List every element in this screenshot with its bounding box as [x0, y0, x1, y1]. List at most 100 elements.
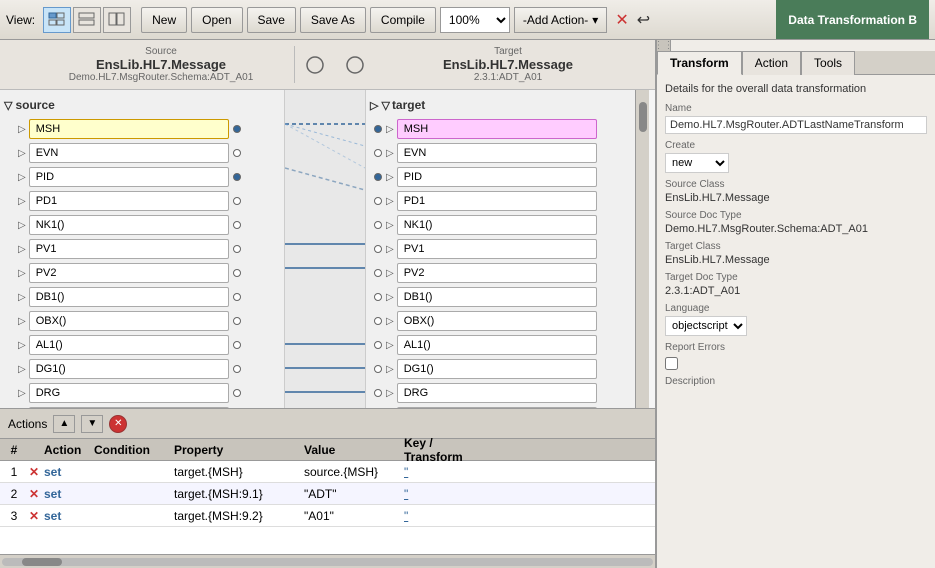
source-field-obx[interactable]: ▷ OBX()	[4, 310, 280, 332]
target-field-al1[interactable]: ▷ AL1()	[370, 334, 631, 356]
target-pr1grp-box[interactable]: PR1grp()	[397, 407, 597, 408]
target-field-msh[interactable]: ▷ MSH	[370, 118, 631, 140]
action-row-3[interactable]: 3 ✕ set target.{MSH:9.2} "A01" "	[0, 505, 655, 527]
target-pv1-box[interactable]: PV1	[397, 239, 597, 259]
target-obx-expand[interactable]: ▷	[386, 316, 394, 327]
scrollbar-thumb[interactable]	[639, 102, 647, 132]
target-field-drg[interactable]: ▷ DRG	[370, 382, 631, 404]
source-pr1grp-box[interactable]: PR1grp()	[29, 407, 229, 408]
saveas-button[interactable]: Save As	[300, 7, 366, 33]
nk1-expand-icon[interactable]: ▷	[18, 220, 26, 231]
target-field-obx[interactable]: ▷ OBX()	[370, 310, 631, 332]
pd1-expand-icon[interactable]: ▷	[18, 196, 26, 207]
target-pv2-expand[interactable]: ▷	[386, 268, 394, 279]
source-dg1-box[interactable]: DG1()	[29, 359, 229, 379]
action-row-2[interactable]: 2 ✕ set target.{MSH:9.1} "ADT" "	[0, 483, 655, 505]
target-field-pv2[interactable]: ▷ PV2	[370, 262, 631, 284]
target-dg1-box[interactable]: DG1()	[397, 359, 597, 379]
pid-expand-icon[interactable]: ▷	[18, 172, 26, 183]
al1-expand-icon[interactable]: ▷	[18, 340, 26, 351]
target-msh-box[interactable]: MSH	[397, 119, 597, 139]
open-button[interactable]: Open	[191, 7, 242, 33]
target-db1-expand[interactable]: ▷	[386, 292, 394, 303]
report-errors-checkbox[interactable]	[665, 357, 678, 370]
source-field-pid[interactable]: ▷ PID	[4, 166, 280, 188]
source-msh-box[interactable]: MSH	[29, 119, 229, 139]
obx-expand-icon[interactable]: ▷	[18, 316, 26, 327]
source-pv2-box[interactable]: PV2	[29, 263, 229, 283]
new-button[interactable]: New	[141, 7, 187, 33]
row3-keytransform[interactable]: "	[404, 509, 484, 523]
target-obx-box[interactable]: OBX()	[397, 311, 597, 331]
view-btn-3[interactable]	[103, 7, 131, 33]
target-nk1-expand[interactable]: ▷	[386, 220, 394, 231]
hscroll-thumb[interactable]	[22, 558, 62, 566]
undo-button[interactable]: ↩	[637, 10, 650, 30]
target-expand-arrow[interactable]: ▷	[370, 99, 378, 112]
bottom-scrollbar[interactable]	[0, 554, 655, 568]
source-field-evn[interactable]: ▷ EVN	[4, 142, 280, 164]
source-field-nk1[interactable]: ▷ NK1()	[4, 214, 280, 236]
source-pv1-box[interactable]: PV1	[29, 239, 229, 259]
target-msh-expand[interactable]: ▷	[386, 124, 394, 135]
row3-del[interactable]: ✕	[24, 509, 44, 523]
target-field-nk1[interactable]: ▷ NK1()	[370, 214, 631, 236]
action-delete-button[interactable]: ✕	[109, 415, 127, 433]
source-field-al1[interactable]: ▷ AL1()	[4, 334, 280, 356]
row2-delete-icon[interactable]: ✕	[29, 487, 39, 501]
source-evn-box[interactable]: EVN	[29, 143, 229, 163]
source-drg-box[interactable]: DRG	[29, 383, 229, 403]
source-al1-box[interactable]: AL1()	[29, 335, 229, 355]
target-field-pv1[interactable]: ▷ PV1	[370, 238, 631, 260]
zoom-select[interactable]: 100%75%150%	[440, 7, 510, 33]
row1-keytransform[interactable]: "	[404, 465, 484, 479]
evn-expand-icon[interactable]: ▷	[18, 148, 26, 159]
target-db1-box[interactable]: DB1()	[397, 287, 597, 307]
view-btn-2[interactable]	[73, 7, 101, 33]
target-pd1-box[interactable]: PD1	[397, 191, 597, 211]
target-al1-expand[interactable]: ▷	[386, 340, 394, 351]
source-field-drg[interactable]: ▷ DRG	[4, 382, 280, 404]
target-drg-expand[interactable]: ▷	[386, 388, 394, 399]
db1-expand-icon[interactable]: ▷	[18, 292, 26, 303]
source-expand-arrow[interactable]: ▽	[4, 99, 12, 112]
source-field-pv2[interactable]: ▷ PV2	[4, 262, 280, 284]
target-pv1-expand[interactable]: ▷	[386, 244, 394, 255]
language-select[interactable]: objectscriptbasic	[665, 316, 747, 336]
target-evn-expand[interactable]: ▷	[386, 148, 394, 159]
target-field-pr1grp[interactable]: ▷ PR1grp()	[370, 406, 631, 408]
source-db1-box[interactable]: DB1()	[29, 287, 229, 307]
source-field-msh[interactable]: ▷ MSH	[4, 118, 280, 140]
view-btn-1[interactable]	[43, 7, 71, 33]
row1-del[interactable]: ✕	[24, 465, 44, 479]
action-up-button[interactable]: ▲	[53, 415, 75, 433]
target-expand-arrow2[interactable]: ▽	[381, 99, 389, 112]
row2-del[interactable]: ✕	[24, 487, 44, 501]
source-pd1-box[interactable]: PD1	[29, 191, 229, 211]
source-field-dg1[interactable]: ▷ DG1()	[4, 358, 280, 380]
source-field-pd1[interactable]: ▷ PD1	[4, 190, 280, 212]
tab-action[interactable]: Action	[742, 51, 801, 75]
target-field-db1[interactable]: ▷ DB1()	[370, 286, 631, 308]
diagram-scrollbar[interactable]	[635, 90, 649, 408]
source-obx-box[interactable]: OBX()	[29, 311, 229, 331]
tab-transform[interactable]: Transform	[657, 51, 742, 75]
row3-delete-icon[interactable]: ✕	[29, 509, 39, 523]
target-field-pd1[interactable]: ▷ PD1	[370, 190, 631, 212]
target-pd1-expand[interactable]: ▷	[386, 196, 394, 207]
target-pid-box[interactable]: PID	[397, 167, 597, 187]
target-field-pid[interactable]: ▷ PID	[370, 166, 631, 188]
close-button[interactable]: ✕	[615, 10, 628, 30]
pv1-expand-icon[interactable]: ▷	[18, 244, 26, 255]
source-nk1-box[interactable]: NK1()	[29, 215, 229, 235]
msh-expand-icon[interactable]: ▷	[18, 124, 26, 135]
tab-tools[interactable]: Tools	[801, 51, 855, 75]
source-field-db1[interactable]: ▷ DB1()	[4, 286, 280, 308]
row2-keytransform[interactable]: "	[404, 487, 484, 501]
name-input[interactable]	[665, 116, 927, 134]
target-field-evn[interactable]: ▷ EVN	[370, 142, 631, 164]
source-field-pv1[interactable]: ▷ PV1	[4, 238, 280, 260]
drg-expand-icon[interactable]: ▷	[18, 388, 26, 399]
save-button[interactable]: Save	[247, 7, 296, 33]
target-al1-box[interactable]: AL1()	[397, 335, 597, 355]
